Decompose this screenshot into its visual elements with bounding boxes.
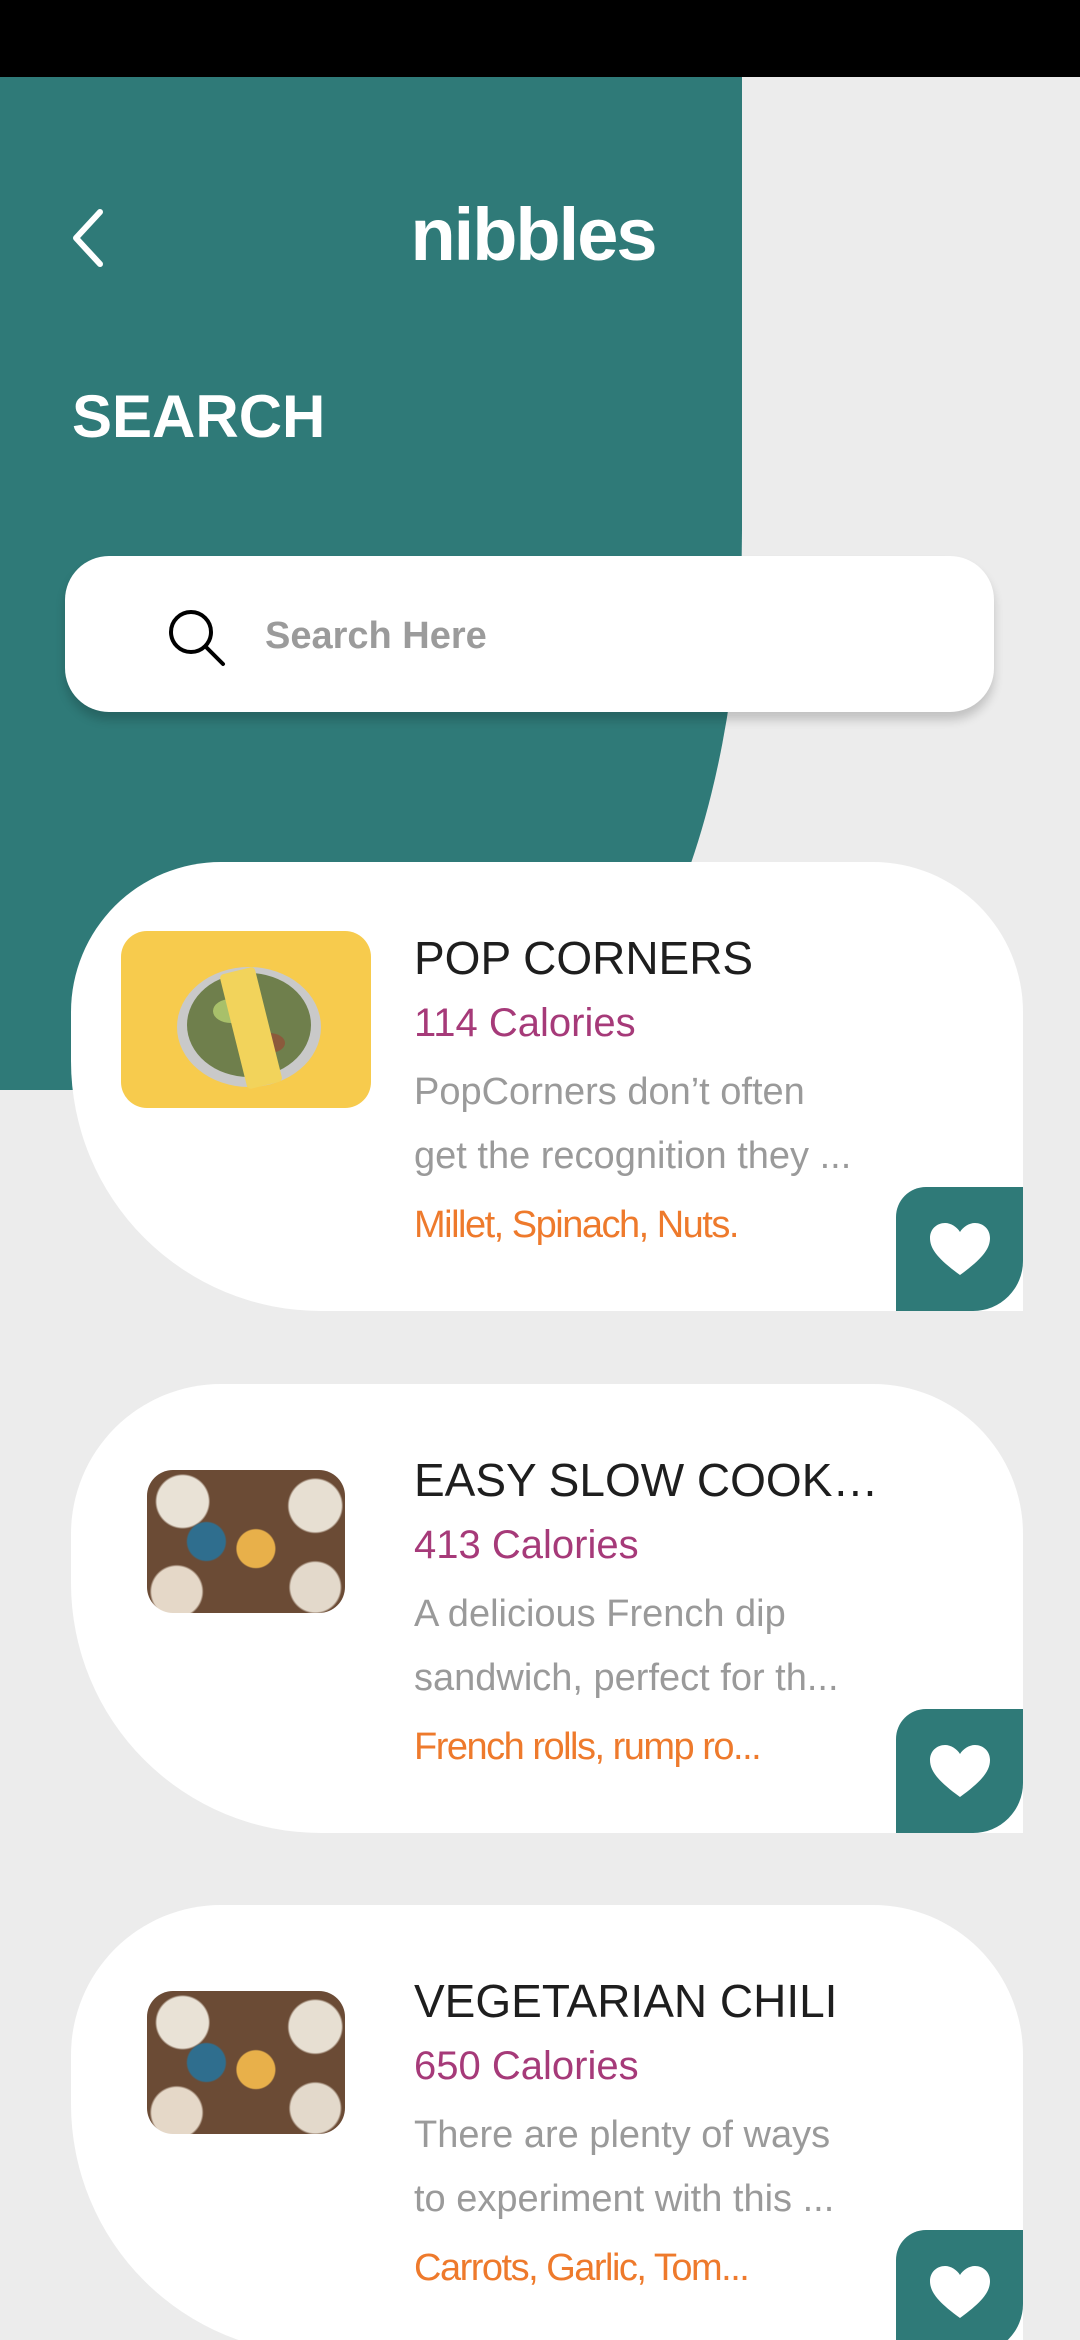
food-calories: 114 Calories	[414, 1001, 636, 1045]
search-input[interactable]	[265, 596, 965, 676]
food-ingredients: French rolls, rump ro...	[414, 1726, 762, 1768]
search-icon	[169, 610, 225, 666]
chevron-left-icon	[73, 209, 103, 267]
food-calories: 413 Calories	[414, 1523, 639, 1567]
status-bar	[0, 0, 1080, 77]
food-card[interactable]: VEGETARIAN CHILI 650 Calories There are …	[71, 1905, 1023, 2340]
food-description-line: A delicious French dip	[414, 1593, 786, 1635]
heart-icon	[929, 1223, 990, 1275]
food-description: A delicious French dip sandwich, perfect…	[414, 1582, 884, 1710]
food-ingredients: Millet, Spinach, Nuts.	[414, 1204, 739, 1246]
food-ingredients: Carrots, Garlic, Tom...	[414, 2247, 750, 2289]
food-card[interactable]: EASY SLOW COOKE... 413 Calories A delici…	[71, 1384, 1023, 1833]
food-description: There are plenty of ways to experiment w…	[414, 2103, 884, 2231]
food-card[interactable]: POP CORNERS 114 Calories PopCorners don’…	[71, 862, 1023, 1311]
food-description-line: to experiment with this ...	[414, 2178, 835, 2220]
food-description-line: There are plenty of ways	[414, 2114, 831, 2156]
food-description: PopCorners don’t often get the recogniti…	[414, 1060, 884, 1188]
favorite-button[interactable]	[896, 1709, 1023, 1833]
page-title: SEARCH	[72, 383, 326, 450]
food-title: POP CORNERS	[414, 932, 754, 984]
food-image	[147, 1991, 345, 2134]
food-description-line: get the recognition they ...	[414, 1135, 852, 1177]
food-description-line: PopCorners don’t often	[414, 1071, 805, 1113]
app-logo: nibbles	[410, 193, 657, 276]
food-title: VEGETARIAN CHILI	[414, 1975, 838, 2027]
food-calories: 650 Calories	[414, 2044, 639, 2088]
heart-icon	[929, 2266, 990, 2318]
favorite-button[interactable]	[896, 2230, 1023, 2340]
back-button[interactable]	[58, 200, 118, 276]
search-bar[interactable]	[65, 556, 994, 712]
food-description-line: sandwich, perfect for th...	[414, 1657, 839, 1699]
food-title: EASY SLOW COOKE...	[414, 1454, 894, 1506]
favorite-button[interactable]	[896, 1187, 1023, 1311]
food-image	[121, 931, 371, 1108]
food-image	[147, 1470, 345, 1613]
heart-icon	[929, 1745, 990, 1797]
